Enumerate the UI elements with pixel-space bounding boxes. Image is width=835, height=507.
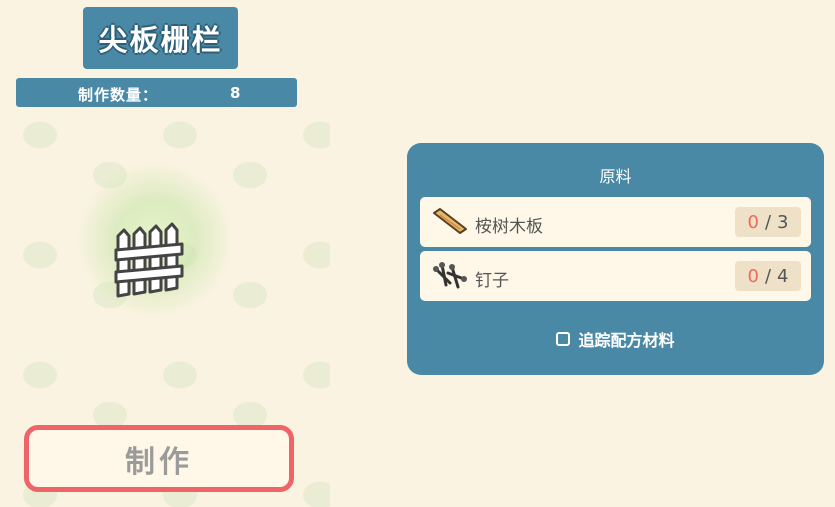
material-count: 0 / 4 [735, 261, 801, 291]
quantity-label: 制作数量： [78, 86, 159, 104]
material-name: 桉树木板 [475, 217, 543, 237]
item-title: 尖板栅栏 [83, 7, 238, 69]
track-label: 追踪配方材料 [578, 331, 675, 350]
material-have: 0 [747, 211, 759, 233]
material-name: 钉子 [475, 271, 509, 291]
track-recipe-toggle[interactable]: 追踪配方材料 [407, 327, 824, 351]
quantity-bar: 制作数量： 8 [16, 78, 297, 107]
material-need: 4 [777, 265, 789, 287]
count-separator: / [764, 265, 772, 287]
material-need: 3 [777, 211, 789, 233]
materials-panel: 原料 桉树木板 0 / 3 钉子 0 / 4 追踪配方材料 [407, 143, 824, 375]
material-row[interactable]: 钉子 0 / 4 [420, 251, 811, 301]
material-count: 0 / 3 [735, 207, 801, 237]
plank-icon [433, 208, 467, 234]
craft-button[interactable]: 制作 [24, 425, 294, 492]
track-checkbox[interactable] [556, 332, 571, 346]
material-have: 0 [747, 265, 759, 287]
count-separator: / [764, 211, 772, 233]
nails-icon [433, 262, 467, 289]
materials-title: 原料 [599, 167, 632, 186]
material-row[interactable]: 桉树木板 0 / 3 [420, 197, 811, 247]
picket-fence-icon [114, 222, 184, 298]
quantity-value: 8 [230, 84, 241, 102]
